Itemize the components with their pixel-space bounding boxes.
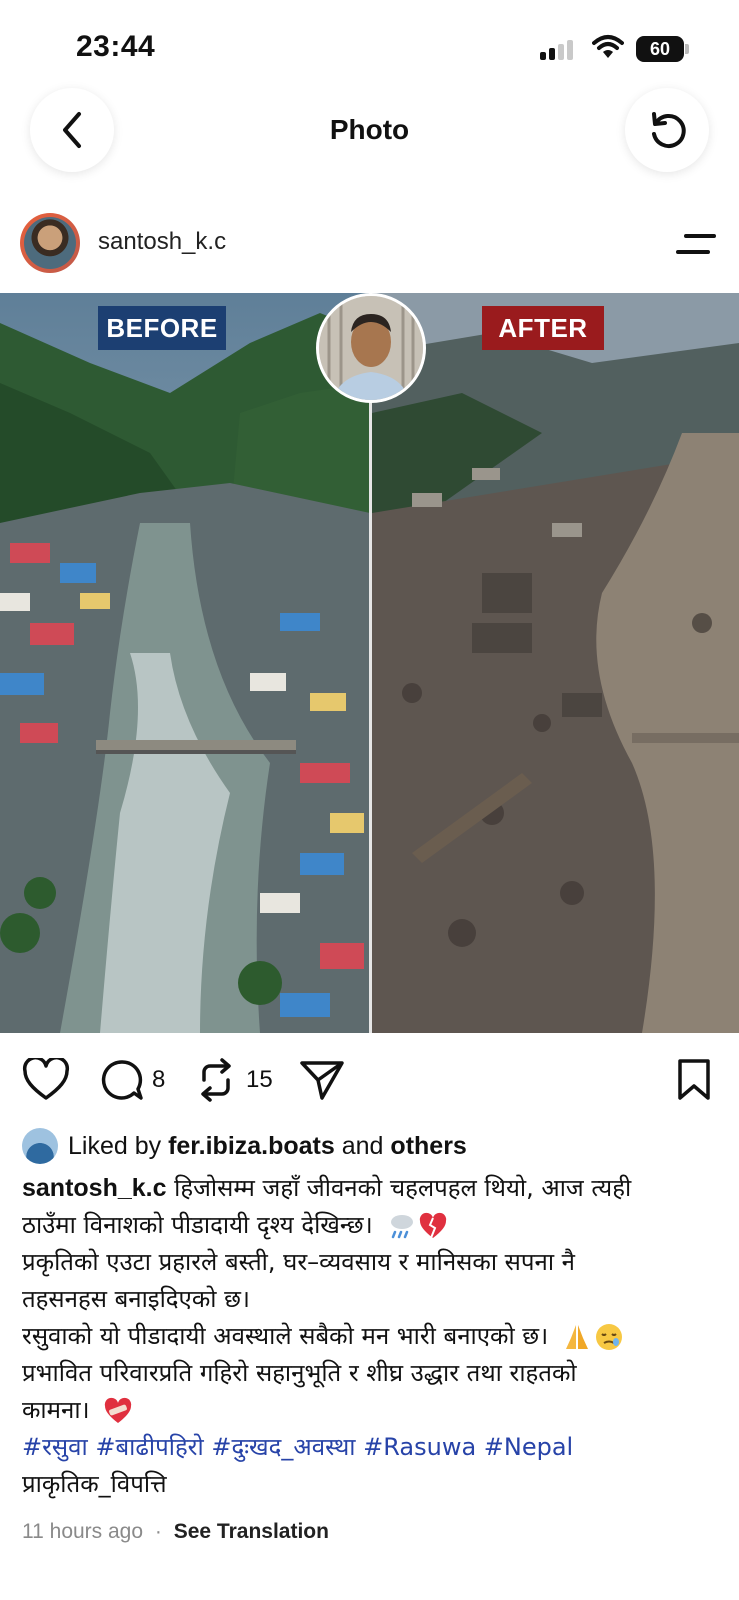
likes-joiner: and	[341, 1132, 384, 1160]
time-ago: 11 hours ago	[22, 1520, 144, 1543]
comment-icon	[101, 1060, 143, 1100]
comment-count: 8	[152, 1066, 166, 1093]
footer-separator: ·	[154, 1520, 162, 1543]
share-button[interactable]	[298, 1058, 346, 1107]
before-label: BEFORE	[98, 306, 226, 350]
caption-text: हिजोसम्म जहाँ जीवनको चहलपहल थियो, आज त्य…	[174, 1174, 632, 1202]
post-photo[interactable]: BEFORE AFTER	[0, 293, 739, 1033]
signal-icon	[540, 38, 576, 60]
liker-username[interactable]: fer.ibiza.boats	[168, 1132, 335, 1160]
caption-username[interactable]: santosh_k.c	[22, 1174, 167, 1202]
avatar[interactable]	[20, 213, 80, 273]
heart-bandage-icon	[105, 1397, 132, 1423]
broken-heart-icon	[420, 1212, 447, 1239]
menu-icon[interactable]	[676, 232, 716, 256]
caption-line: प्रभावित परिवारप्रति गहिरो सहानुभूति र श…	[22, 1355, 722, 1392]
caption-line: प्रकृतिको एउटा प्रहारले बस्ती, घर–व्यवसा…	[22, 1244, 722, 1281]
post-username[interactable]: santosh_k.c	[98, 228, 226, 256]
see-translation-link[interactable]: See Translation	[174, 1520, 329, 1543]
refresh-button[interactable]	[625, 88, 709, 172]
liker-avatar	[22, 1128, 58, 1164]
caption-text: तहसनहस बनाइदिएको छ।	[22, 1285, 251, 1313]
refresh-icon	[652, 112, 686, 148]
after-label: AFTER	[482, 306, 604, 350]
bookmark-icon	[678, 1059, 710, 1100]
caption-text: रसुवाको यो पीडादायी अवस्थाले सबैको मन भा…	[22, 1322, 549, 1350]
caption-line: कामना।	[22, 1392, 722, 1429]
likes-others[interactable]: others	[390, 1132, 466, 1160]
comment-button[interactable]	[100, 1058, 144, 1107]
action-bar: 8 15	[0, 1050, 739, 1110]
likes-text: Liked by fer.ibiza.boats and others	[68, 1132, 467, 1161]
caption-line: रसुवाको यो पीडादायी अवस्थाले सबैको मन भा…	[22, 1318, 722, 1355]
caption-line: प्राकृतिक_विपत्ति	[22, 1470, 167, 1498]
wifi-icon	[592, 34, 624, 65]
like-button[interactable]	[22, 1056, 70, 1107]
portrait-inset	[316, 293, 426, 403]
bookmark-button[interactable]	[676, 1058, 712, 1107]
status-bar: 23:44 60	[0, 0, 739, 90]
likes-summary[interactable]: Liked by fer.ibiza.boats and others	[22, 1126, 722, 1166]
battery-cap	[685, 44, 689, 54]
heart-icon	[22, 1056, 70, 1100]
caption-text: ठाउँमा विनाशको पीडादायी दृश्य देखिन्छ।	[22, 1211, 373, 1239]
post-header: santosh_k.c	[0, 210, 739, 276]
folded-hands-icon	[565, 1325, 588, 1349]
caption-line: तहसनहस बनाइदिएको छ।	[22, 1281, 722, 1318]
caption-text: प्रकृतिको एउटा प्रहारले बस्ती, घर–व्यवसा…	[22, 1248, 576, 1276]
repost-icon	[201, 1058, 231, 1102]
post-footer: 11 hours ago · See Translation	[22, 1520, 329, 1544]
repost-count: 15	[246, 1066, 273, 1093]
nav-bar: Photo	[0, 88, 739, 176]
hashtags[interactable]: #रसुवा #बाढीपहिरो #दुःखद_अवस्था #Rasuwa …	[22, 1429, 722, 1466]
caption-line: santosh_k.c हिजोसम्म जहाँ जीवनको चहलपहल …	[22, 1170, 722, 1207]
likes-prefix: Liked by	[68, 1132, 162, 1160]
repost-button[interactable]	[196, 1058, 236, 1107]
cloud-rain-icon	[391, 1215, 414, 1239]
before-image	[0, 293, 370, 1033]
battery-icon: 60	[636, 36, 684, 62]
caption-line: ठाउँमा विनाशको पीडादायी दृश्य देखिन्छ।	[22, 1207, 722, 1244]
share-icon	[300, 1061, 344, 1100]
photo-divider	[369, 293, 372, 1033]
caption-text: प्रभावित परिवारप्रति गहिरो सहानुभूति र श…	[22, 1359, 577, 1387]
post-caption: santosh_k.c हिजोसम्म जहाँ जीवनको चहलपहल …	[22, 1170, 722, 1503]
sad-face-icon	[595, 1324, 622, 1350]
caption-text: कामना।	[22, 1396, 90, 1424]
status-time: 23:44	[76, 30, 156, 63]
after-image	[372, 293, 739, 1033]
